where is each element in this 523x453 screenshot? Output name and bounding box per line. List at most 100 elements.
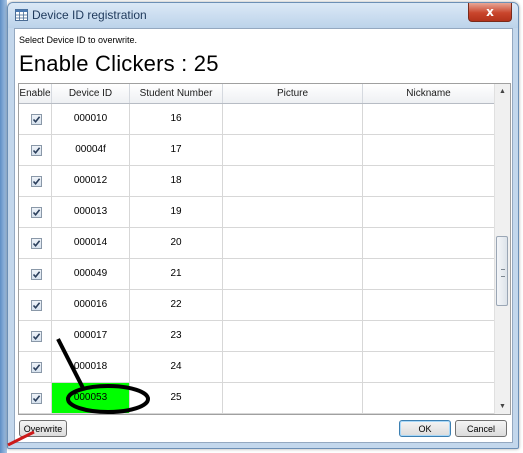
student-number-cell[interactable]: 22 — [130, 290, 223, 320]
enable-cell — [19, 259, 52, 289]
picture-cell[interactable] — [223, 383, 363, 413]
student-number-cell[interactable]: 19 — [130, 197, 223, 227]
device-id-cell[interactable]: 000017 — [52, 321, 130, 351]
device-id-cell[interactable]: 000013 — [52, 197, 130, 227]
checkmark-icon — [32, 302, 41, 310]
checkmark-icon — [32, 240, 41, 248]
nickname-cell[interactable] — [363, 352, 494, 382]
nickname-cell[interactable] — [363, 135, 494, 165]
table-row[interactable]: 000049 21 — [19, 259, 494, 290]
nickname-cell[interactable] — [363, 259, 494, 289]
device-id-cell[interactable]: 000053 — [52, 383, 130, 413]
column-header-student-number[interactable]: Student Number — [130, 84, 223, 103]
enable-checkbox[interactable] — [31, 300, 42, 311]
nickname-cell[interactable] — [363, 166, 494, 196]
scrollbar-thumb[interactable] — [496, 236, 508, 306]
window-grid-icon — [15, 9, 28, 21]
picture-cell[interactable] — [223, 259, 363, 289]
picture-cell[interactable] — [223, 352, 363, 382]
column-header-enable[interactable]: Enable — [19, 84, 52, 103]
desktop-background-strip — [0, 0, 7, 453]
enable-checkbox[interactable] — [31, 362, 42, 373]
enable-checkbox[interactable] — [31, 114, 42, 125]
device-id-registration-dialog: Device ID registration x Select Device I… — [7, 2, 519, 449]
student-number-cell[interactable]: 20 — [130, 228, 223, 258]
checkmark-icon — [32, 395, 41, 403]
nickname-cell[interactable] — [363, 104, 494, 134]
student-number-cell[interactable]: 25 — [130, 383, 223, 413]
student-number-cell[interactable]: 16 — [130, 104, 223, 134]
vertical-scrollbar[interactable]: ▲ ▼ — [494, 84, 510, 414]
picture-cell[interactable] — [223, 290, 363, 320]
enable-checkbox[interactable] — [31, 269, 42, 280]
picture-cell[interactable] — [223, 135, 363, 165]
enable-checkbox[interactable] — [31, 393, 42, 404]
table-row[interactable]: 000053 25 — [19, 383, 494, 414]
table-row[interactable]: 00004f 17 — [19, 135, 494, 166]
nickname-cell[interactable] — [363, 383, 494, 413]
nickname-cell[interactable] — [363, 228, 494, 258]
device-id-cell[interactable]: 000049 — [52, 259, 130, 289]
picture-cell[interactable] — [223, 228, 363, 258]
nickname-cell[interactable] — [363, 290, 494, 320]
nickname-cell[interactable] — [363, 197, 494, 227]
dialog-content: Select Device ID to overwrite. Enable Cl… — [14, 28, 513, 443]
table-header: Enable Device ID Student Number Picture … — [19, 84, 494, 104]
student-number-cell[interactable]: 21 — [130, 259, 223, 289]
enable-checkbox[interactable] — [31, 176, 42, 187]
instruction-text: Select Device ID to overwrite. — [19, 35, 138, 45]
enable-checkbox[interactable] — [31, 331, 42, 342]
enable-cell — [19, 321, 52, 351]
enable-cell — [19, 352, 52, 382]
close-button[interactable]: x — [468, 3, 512, 22]
enable-checkbox[interactable] — [31, 207, 42, 218]
enable-checkbox[interactable] — [31, 145, 42, 156]
table-row[interactable]: 000017 23 — [19, 321, 494, 352]
picture-cell[interactable] — [223, 104, 363, 134]
device-id-cell[interactable]: 000016 — [52, 290, 130, 320]
enable-cell — [19, 135, 52, 165]
close-icon: x — [486, 5, 494, 19]
table-row[interactable]: 000013 19 — [19, 197, 494, 228]
table-row[interactable]: 000010 16 — [19, 104, 494, 135]
student-number-cell[interactable]: 23 — [130, 321, 223, 351]
device-id-cell[interactable]: 000018 — [52, 352, 130, 382]
checkmark-icon — [32, 333, 41, 341]
student-number-cell[interactable]: 24 — [130, 352, 223, 382]
student-number-cell[interactable]: 18 — [130, 166, 223, 196]
student-number-cell[interactable]: 17 — [130, 135, 223, 165]
table-row[interactable]: 000012 18 — [19, 166, 494, 197]
device-id-cell[interactable]: 000014 — [52, 228, 130, 258]
picture-cell[interactable] — [223, 166, 363, 196]
device-id-cell[interactable]: 000010 — [52, 104, 130, 134]
device-id-cell[interactable]: 00004f — [52, 135, 130, 165]
checkmark-icon — [32, 271, 41, 279]
column-header-nickname[interactable]: Nickname — [363, 84, 494, 103]
enable-cell — [19, 290, 52, 320]
checkmark-icon — [32, 209, 41, 217]
scroll-down-icon[interactable]: ▼ — [495, 399, 510, 414]
column-header-picture[interactable]: Picture — [223, 84, 363, 103]
picture-cell[interactable] — [223, 321, 363, 351]
enable-cell — [19, 166, 52, 196]
grip-icon — [501, 269, 505, 277]
scroll-up-icon[interactable]: ▲ — [495, 84, 510, 99]
enable-cell — [19, 383, 52, 413]
nickname-cell[interactable] — [363, 321, 494, 351]
cancel-button[interactable]: Cancel — [455, 420, 507, 437]
enable-cell — [19, 197, 52, 227]
enable-cell — [19, 104, 52, 134]
enabled-count-heading: Enable Clickers : 25 — [19, 51, 219, 76]
table-row[interactable]: 000018 24 — [19, 352, 494, 383]
device-table[interactable]: Enable Device ID Student Number Picture … — [18, 83, 511, 415]
device-id-cell[interactable]: 000012 — [52, 166, 130, 196]
ok-button[interactable]: OK — [399, 420, 451, 437]
column-header-device-id[interactable]: Device ID — [52, 84, 130, 103]
enable-cell — [19, 228, 52, 258]
table-row[interactable]: 000014 20 — [19, 228, 494, 259]
checkmark-icon — [32, 364, 41, 372]
enable-checkbox[interactable] — [31, 238, 42, 249]
overwrite-button[interactable]: Overwrite — [19, 420, 67, 437]
table-row[interactable]: 000016 22 — [19, 290, 494, 321]
picture-cell[interactable] — [223, 197, 363, 227]
